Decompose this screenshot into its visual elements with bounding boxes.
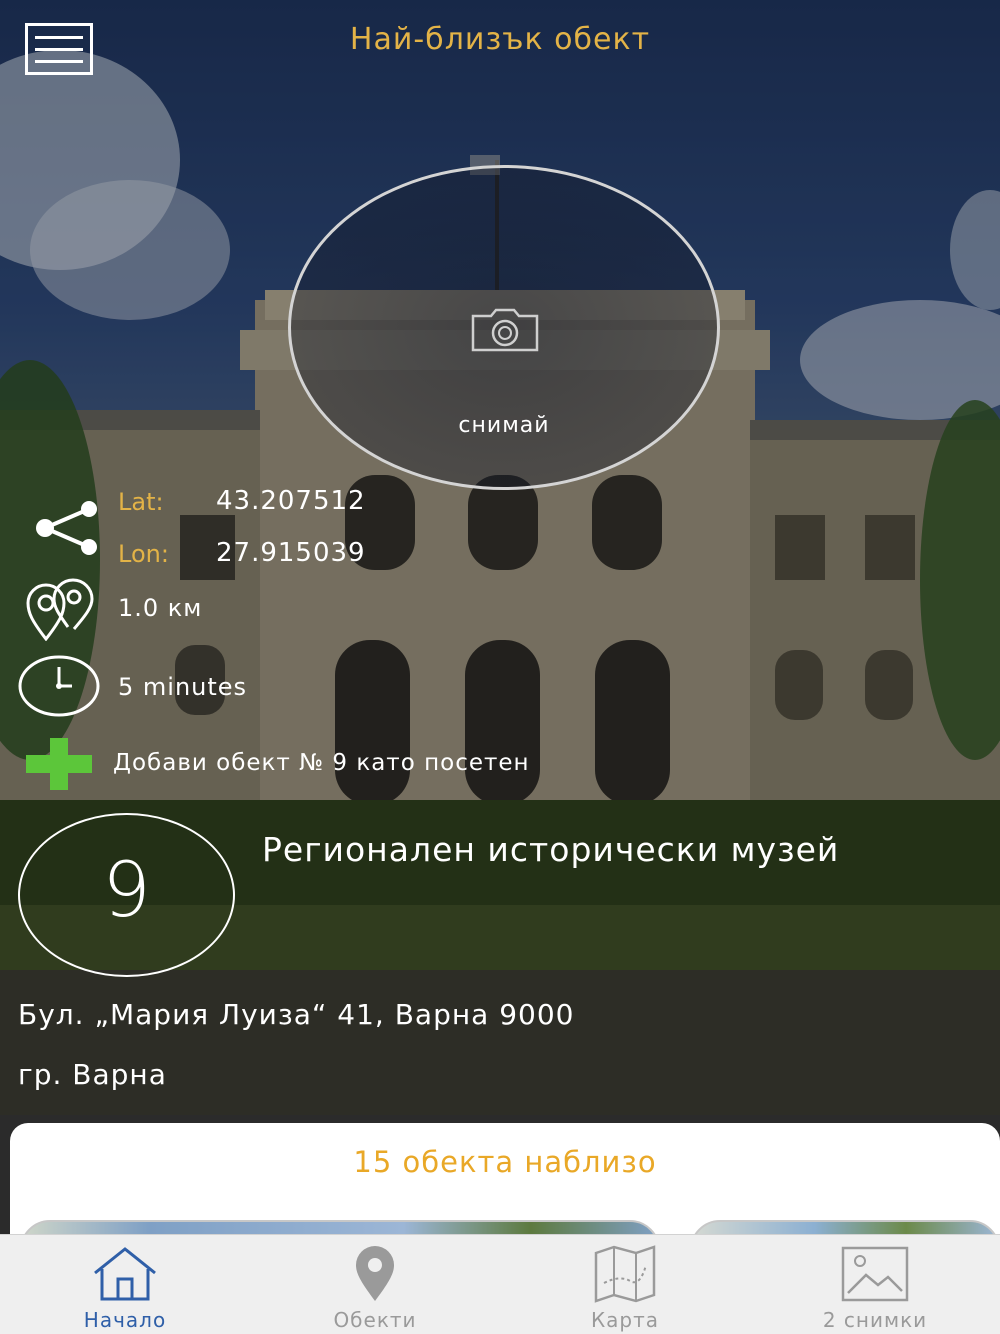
tab-home[interactable]: Начало (0, 1235, 250, 1334)
home-icon (94, 1247, 156, 1301)
tab-objects[interactable]: Обекти (250, 1235, 500, 1334)
tab-objects-label: Обекти (333, 1308, 417, 1332)
page-title: Най-близък обект (349, 22, 651, 57)
longitude-value: 27.915039 (216, 538, 366, 568)
share-icon[interactable] (33, 500, 101, 558)
nearby-objects-title: 15 обекта наблизо (353, 1145, 657, 1179)
latitude-label: Lat: (118, 488, 164, 516)
tab-home-label: Начало (83, 1308, 167, 1332)
site-city: гр. Варна (18, 1058, 167, 1091)
distance-value: 1.0 км (118, 594, 203, 622)
longitude-label: Lon: (118, 540, 169, 568)
take-photo-label: снимай (458, 413, 550, 438)
map-icon (594, 1245, 656, 1303)
location-pin-icon (356, 1246, 394, 1301)
site-address: Бул. „Мария Луиза“ 41, Варна 9000 (18, 998, 575, 1031)
site-name: Регионален исторически музей (262, 830, 840, 869)
image-icon (841, 1246, 909, 1302)
tab-photos-label: 2 снимки (822, 1308, 928, 1332)
tab-photos[interactable]: 2 снимки (750, 1235, 1000, 1334)
camera-icon (471, 308, 539, 352)
bottom-tab-bar: Начало Обекти Карта 2 снимки (0, 1234, 1000, 1334)
clock-icon (18, 655, 100, 717)
map-pins-icon (26, 578, 94, 641)
walking-time-value: 5 minutes (118, 673, 248, 701)
tab-map-label: Карта (590, 1308, 660, 1332)
site-number: 9 (102, 845, 151, 934)
take-photo-button[interactable]: снимай (288, 165, 720, 490)
latitude-value: 43.207512 (216, 486, 366, 516)
plus-icon[interactable] (26, 738, 92, 790)
add-visited-button[interactable]: Добави обект № 9 като посетен (113, 750, 530, 776)
tab-map[interactable]: Карта (500, 1235, 750, 1334)
site-number-badge: 9 (18, 813, 235, 977)
